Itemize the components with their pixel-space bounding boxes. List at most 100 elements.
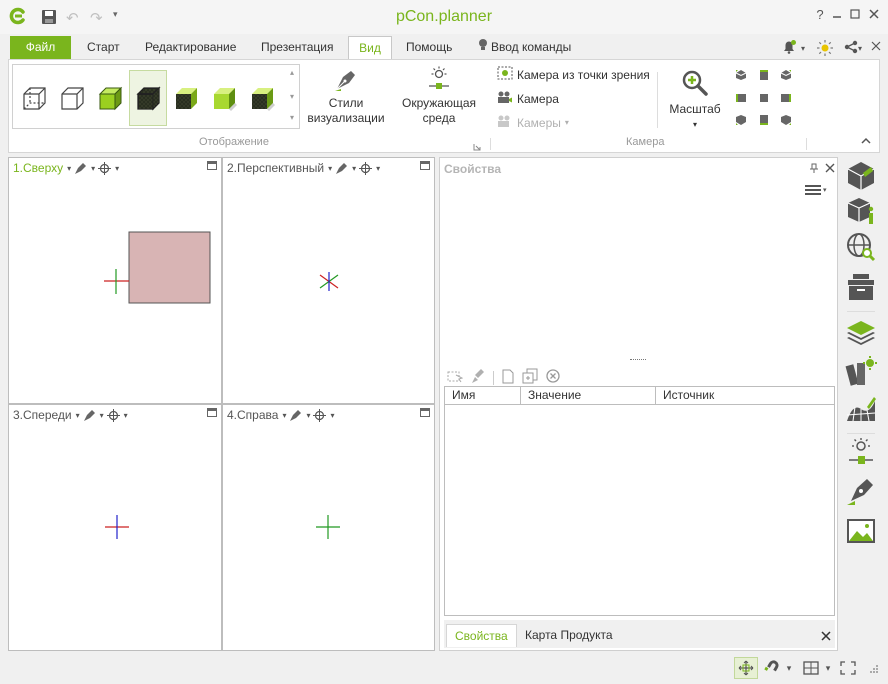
viewport-perspective-canvas [319,272,339,291]
viewport-top[interactable]: 1.Сверху ▾ ▾ ▾ [8,157,222,404]
cameras-dropdown[interactable]: Камеры ▾ [497,114,569,131]
dialog-launcher-icon[interactable] [473,140,481,151]
footer-close-icon[interactable] [821,630,831,644]
camera-label: Камера [517,91,559,106]
viewport-right[interactable]: 4.Справа ▾ ▾ ▾ [222,404,435,651]
column-header-value[interactable]: Значение [521,387,656,405]
brightness-icon[interactable] [816,39,834,60]
splitter-grip[interactable] [630,359,646,360]
viewport-top-canvas [104,231,211,304]
view-cube-front-icon[interactable] [757,91,771,105]
hidden-line-mode-icon[interactable] [53,70,91,126]
placed-object[interactable] [128,231,211,304]
tab-presentation[interactable]: Презентация [253,36,342,59]
window-title: pCon.planner [395,8,493,25]
camera-button[interactable]: Камера [497,90,559,107]
environment-button[interactable]: Окружающая среда [395,64,483,126]
textured-mode-icon[interactable] [167,70,205,126]
tab-help[interactable]: Помощь [398,36,460,59]
title-bar: ↶ ↷ ▾ pCon.planner ? [0,0,888,34]
delete-circle-icon[interactable] [546,369,560,386]
maximize-button[interactable] [847,7,863,22]
visualization-styles-button[interactable]: Стили визуализации [307,64,385,126]
viewport-front[interactable]: 3.Спереди ▾ ▾ ▾ [8,404,222,651]
share-icon[interactable] [843,39,859,58]
camera-from-viewpoint-button[interactable]: Камера из точки зрения [497,66,650,83]
fullscreen-icon[interactable] [838,657,858,679]
help-button[interactable]: ? [812,7,828,22]
magnet-dropdown-icon[interactable]: ▾ [784,657,794,679]
image-picture-icon[interactable] [843,513,879,549]
view-cube-top-right-icon[interactable] [779,68,793,82]
tab-properties[interactable]: Свойства [446,624,517,647]
layout-dropdown-icon[interactable]: ▾ [823,657,833,679]
tab-view[interactable]: Вид [348,36,392,59]
close-button[interactable] [866,7,882,22]
article-info-icon[interactable] [843,193,879,229]
group-separator [490,138,491,150]
archive-box-icon[interactable] [843,269,879,305]
lightbulb-icon [478,36,488,59]
view-cube-bottom-right-icon[interactable] [779,113,793,127]
zoom-dropdown-icon: ▾ [692,120,697,129]
rendered-mode-icon[interactable] [243,70,281,126]
gallery-scroll-down-icon[interactable]: ▾ [287,92,297,101]
column-header-source[interactable]: Источник [656,387,835,405]
tab-product-map[interactable]: Карта Продукта [517,624,621,647]
minimize-button[interactable] [829,7,845,22]
terrain-grid-icon[interactable] [843,391,879,427]
sidebar-separator [847,311,875,312]
resize-grip-icon[interactable] [866,657,880,679]
select-icon[interactable] [447,369,464,386]
gallery-scroll-up-icon[interactable]: ▴ [287,68,297,77]
brush-icon[interactable] [471,368,485,387]
catalog-tools-icon[interactable] [843,157,879,193]
viewport-layout-icon[interactable] [800,657,822,679]
styles-label-line-1: Стили [328,96,364,110]
command-input[interactable]: Ввод команды [470,36,579,59]
magnet-icon[interactable] [762,657,782,679]
viewport-right-canvas [316,515,340,539]
properties-toolbar [447,368,560,387]
viewport-front-canvas [105,515,129,539]
gallery-expand-icon[interactable]: ▾ [287,113,297,122]
layers-icon[interactable] [843,315,879,351]
material-settings-icon[interactable] [843,353,879,389]
zoom-button[interactable]: Масштаб ▾ [663,64,727,132]
environment-sun-icon [395,64,483,96]
tab-start[interactable]: Старт [79,36,128,59]
right-sidebar [841,157,881,557]
shaded-mode-icon[interactable] [91,70,129,126]
view-cube-top-left-icon[interactable] [734,68,748,82]
properties-menu-icon[interactable]: ▾ [805,183,827,197]
pin-icon[interactable] [809,162,819,176]
copy-document-icon[interactable] [522,368,538,387]
view-cube-right-icon[interactable] [779,91,793,105]
cameras-dropdown-icon: ▾ [564,118,569,127]
tab-edit[interactable]: Редактирование [137,36,244,59]
magnifier-icon [663,64,727,102]
view-cube-bottom-left-icon[interactable] [734,113,748,127]
column-header-name[interactable]: Имя [445,387,521,405]
wireframe-mode-icon[interactable] [15,70,53,126]
notification-dropdown-icon[interactable]: ▾ [801,44,805,53]
globe-search-icon[interactable] [843,229,879,265]
view-cube-left-icon[interactable] [734,91,748,105]
tab-file[interactable]: Файл [10,36,71,59]
realistic-mode-icon[interactable] [205,70,243,126]
collapse-ribbon-icon[interactable] [861,137,871,148]
view-cube-bottom-icon[interactable] [757,113,771,127]
panel-close-icon[interactable] [825,162,835,176]
viewport-perspective[interactable]: 2.Перспективный ▾ ▾ ▾ [222,157,435,404]
notification-bell-icon[interactable] [781,39,797,58]
view-cube-top-icon[interactable] [757,68,771,82]
shaded-edges-mode-icon[interactable] [129,70,167,126]
snap-toggle-icon[interactable] [734,657,758,679]
new-document-icon[interactable] [502,369,514,387]
group-separator [806,138,807,150]
share-dropdown-icon[interactable]: ▾ [858,44,862,53]
visualization-pen-icon[interactable] [843,473,879,509]
environment-sun-icon[interactable] [843,435,879,471]
properties-grid: Имя Значение Источник [444,386,835,616]
options-icon[interactable] [870,39,882,55]
